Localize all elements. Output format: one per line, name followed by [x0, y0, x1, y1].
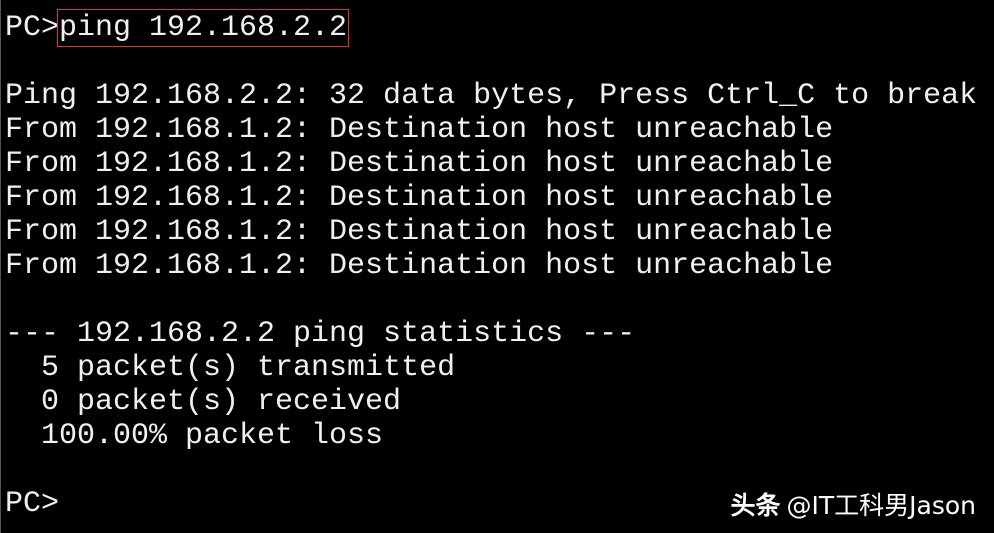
- highlighted-command: ping 192.168.2.2: [57, 9, 350, 47]
- watermark: 头条 @IT工科男Jason: [730, 486, 976, 522]
- command-line: PC>ping 192.168.2.2: [5, 9, 977, 47]
- prompt: PC>: [5, 11, 60, 45]
- terminal-window[interactable]: PC>ping 192.168.2.2 Ping 192.168.2.2: 32…: [5, 9, 978, 521]
- output-line: From 192.168.1.2: Destination host unrea…: [5, 215, 834, 249]
- output-line: From 192.168.1.2: Destination host unrea…: [5, 249, 834, 283]
- output-line: From 192.168.1.2: Destination host unrea…: [5, 147, 834, 181]
- output-line: 5 packet(s) transmitted: [5, 351, 456, 385]
- output-line: 100.00% packet loss: [5, 419, 384, 453]
- output-line: From 192.168.1.2: Destination host unrea…: [5, 113, 834, 147]
- watermark-handle: @IT工科男Jason: [786, 491, 976, 520]
- output-line: Ping 192.168.2.2: 32 data bytes, Press C…: [5, 79, 978, 113]
- output-line: 0 packet(s) received: [5, 385, 402, 419]
- output-line: From 192.168.1.2: Destination host unrea…: [5, 181, 834, 215]
- watermark-brand: 头条: [730, 491, 781, 520]
- output-line: --- 192.168.2.2 ping statistics ---: [5, 317, 636, 351]
